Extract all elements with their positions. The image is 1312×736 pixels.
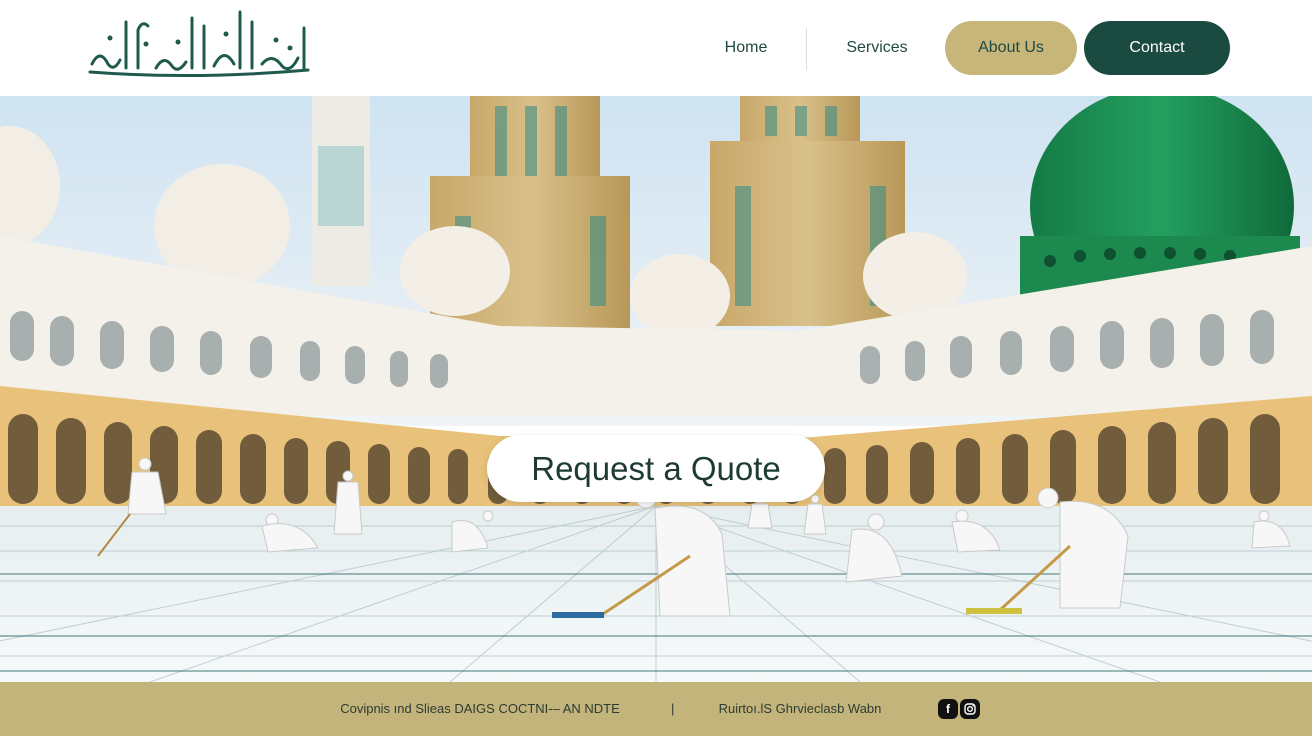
nav-divider	[806, 28, 807, 70]
footer-separator: |	[671, 701, 675, 716]
main-navigation: Home Services About Us Contact	[0, 0, 1312, 96]
footer-info-text: Ruirtoı.lS Ghrvieclasb Wabn	[718, 701, 882, 716]
hero-section: Request a Quote	[0, 96, 1312, 682]
about-us-button[interactable]: About Us	[945, 21, 1077, 75]
nav-services-link[interactable]: Services	[836, 36, 918, 60]
site-footer: Covipnis ınd Slieas DAIGS COCTNI-– AN ND…	[0, 682, 1312, 736]
facebook-icon[interactable]: f	[938, 699, 958, 719]
nav-home-link[interactable]: Home	[706, 36, 786, 60]
footer-copyright-text: Covipnis ınd Slieas DAIGS COCTNI-– AN ND…	[340, 701, 620, 716]
request-quote-button[interactable]: Request a Quote	[487, 435, 825, 502]
hero-mosque-image	[0, 96, 1312, 682]
instagram-icon[interactable]	[960, 699, 980, 719]
contact-button[interactable]: Contact	[1084, 21, 1230, 75]
site-header: Home Services About Us Contact	[0, 0, 1312, 96]
